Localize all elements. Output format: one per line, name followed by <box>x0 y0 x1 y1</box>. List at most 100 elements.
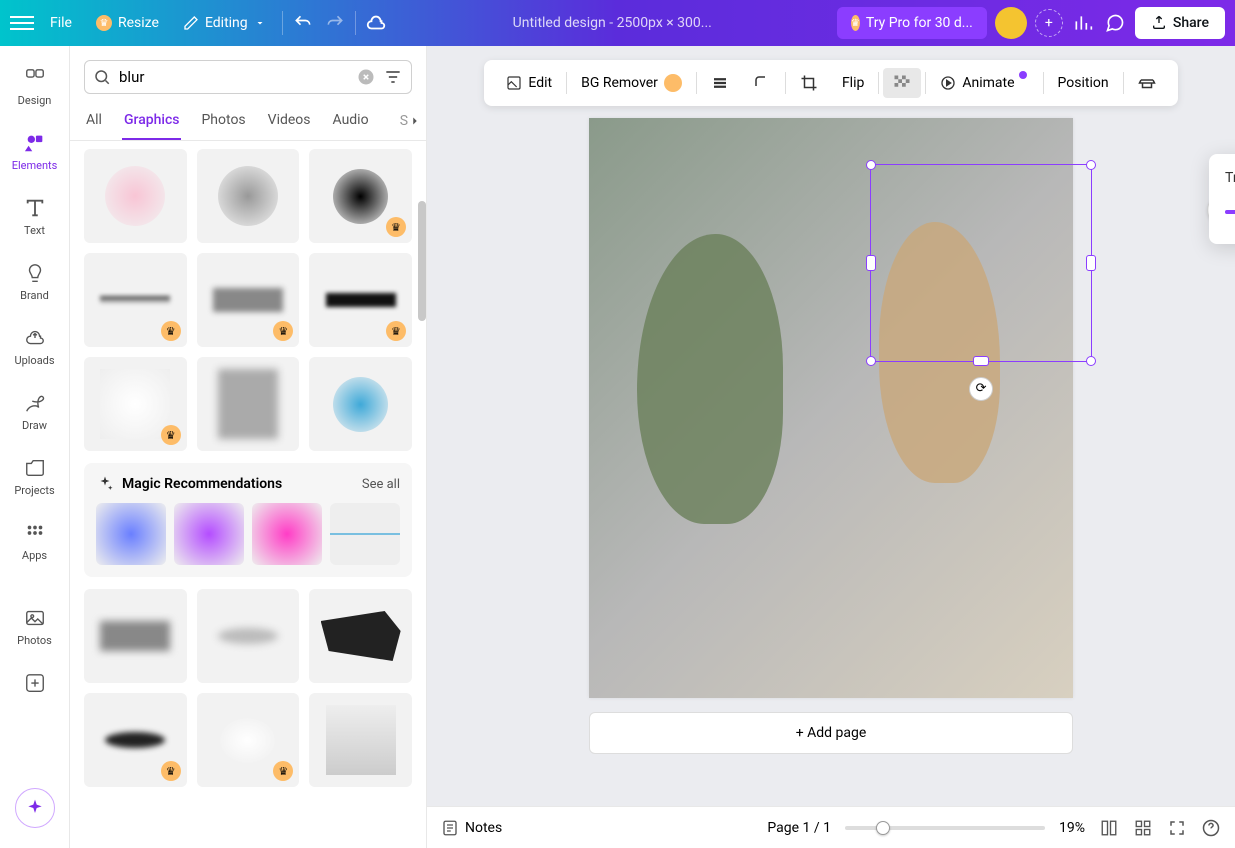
thumbnail-view-button[interactable] <box>1133 818 1153 838</box>
resize-handle-ml[interactable] <box>866 255 876 271</box>
tab-videos[interactable]: Videos <box>266 102 313 140</box>
divider <box>925 72 926 94</box>
tab-graphics[interactable]: Graphics <box>122 102 182 140</box>
scrollbar[interactable] <box>418 201 426 321</box>
nav-uploads[interactable]: Uploads <box>0 318 69 375</box>
graphic-thumb[interactable] <box>84 589 187 683</box>
rec-thumb[interactable] <box>330 503 400 565</box>
nav-projects[interactable]: Projects <box>0 448 69 505</box>
resize-button[interactable]: ♛ Resize <box>88 9 167 37</box>
magic-rec-title: Magic Recommendations <box>122 476 282 492</box>
tab-audio[interactable]: Audio <box>331 102 371 140</box>
crop-button[interactable] <box>790 68 828 98</box>
rec-thumb[interactable] <box>252 503 322 565</box>
user-avatar[interactable] <box>995 7 1027 39</box>
resize-handle-mb[interactable] <box>973 356 989 366</box>
graphic-thumb[interactable] <box>197 589 300 683</box>
try-pro-button[interactable]: ♛ Try Pro for 30 d... <box>837 7 987 39</box>
file-menu[interactable]: File <box>42 9 80 37</box>
tabs-scroll-right[interactable]: S <box>396 102 426 140</box>
see-all-link[interactable]: See all <box>362 477 400 492</box>
nav-photos[interactable]: Photos <box>0 598 69 655</box>
undo-button[interactable] <box>291 11 315 35</box>
zoom-value[interactable]: 19% <box>1059 820 1085 836</box>
fullscreen-button[interactable] <box>1167 818 1187 838</box>
comments-icon[interactable] <box>1103 11 1127 35</box>
corner-icon <box>753 74 771 92</box>
projects-icon <box>23 456 47 480</box>
category-tabs: All Graphics Photos Videos Audio S <box>70 102 426 141</box>
position-button[interactable]: Position <box>1048 69 1119 97</box>
line-weight-button[interactable] <box>701 68 739 98</box>
grid-view-button[interactable] <box>1099 818 1119 838</box>
resize-handle-bl[interactable] <box>866 356 876 366</box>
premium-badge: ♛ <box>386 321 406 341</box>
editing-dropdown[interactable]: Editing <box>175 9 274 37</box>
design-title[interactable]: Untitled design - 2500px × 300... <box>396 15 829 31</box>
clear-search-icon[interactable] <box>357 68 375 86</box>
elements-panel: All Graphics Photos Videos Audio S ♛ ♛ ♛… <box>70 46 427 848</box>
graphic-thumb[interactable]: ♛ <box>309 253 412 347</box>
edit-image-button[interactable]: Edit <box>496 69 562 97</box>
graphic-thumb[interactable]: ♛ <box>84 693 187 787</box>
bg-remover-button[interactable]: BG Remover <box>571 68 692 98</box>
resize-handle-tl[interactable] <box>866 160 876 170</box>
notes-button[interactable]: Notes <box>441 819 502 837</box>
animate-label: Animate <box>962 75 1014 91</box>
transparency-label: Transparency <box>1225 170 1235 186</box>
text-icon <box>23 196 47 220</box>
rec-thumb[interactable] <box>174 503 244 565</box>
more-button[interactable] <box>1128 68 1166 98</box>
resize-handle-mr[interactable] <box>1086 255 1096 271</box>
graphic-thumb[interactable] <box>84 149 187 243</box>
graphic-thumb[interactable] <box>309 693 412 787</box>
flip-button[interactable]: Flip <box>832 69 874 97</box>
nav-add-app[interactable] <box>0 663 69 703</box>
animate-button[interactable]: Animate <box>930 69 1038 97</box>
notes-label: Notes <box>465 820 502 836</box>
graphic-thumb[interactable] <box>197 357 300 451</box>
nav-label: Draw <box>22 419 47 432</box>
nav-apps[interactable]: Apps <box>0 513 69 570</box>
share-button[interactable]: Share <box>1135 7 1225 39</box>
nav-brand[interactable]: Brand <box>0 253 69 310</box>
nav-elements[interactable]: Elements <box>0 123 69 180</box>
zoom-slider[interactable] <box>845 826 1045 830</box>
redo-button[interactable] <box>323 11 347 35</box>
graphic-thumb[interactable]: ♛ <box>84 357 187 451</box>
zoom-handle[interactable] <box>876 821 890 835</box>
graphic-thumb[interactable] <box>197 149 300 243</box>
photos-icon <box>23 606 47 630</box>
graphic-thumb[interactable]: ♛ <box>309 149 412 243</box>
corner-radius-button[interactable] <box>743 68 781 98</box>
analytics-icon[interactable] <box>1071 11 1095 35</box>
slider-fill <box>1225 210 1235 214</box>
rotate-handle[interactable]: ⟳ <box>969 377 993 401</box>
rec-thumb[interactable] <box>96 503 166 565</box>
transparency-button[interactable] <box>883 68 921 98</box>
nav-text[interactable]: Text <box>0 188 69 245</box>
graphic-thumb[interactable]: ♛ <box>84 253 187 347</box>
search-input[interactable] <box>119 68 349 86</box>
cloud-sync-icon[interactable] <box>364 11 388 35</box>
menu-button[interactable] <box>10 11 34 35</box>
resize-handle-br[interactable] <box>1086 356 1096 366</box>
nav-draw[interactable]: Draw <box>0 383 69 440</box>
selection-box[interactable]: ⟳ <box>870 164 1093 361</box>
add-page-button[interactable]: + Add page <box>589 712 1073 754</box>
transparency-slider[interactable] <box>1225 210 1235 214</box>
tab-photos[interactable]: Photos <box>199 102 247 140</box>
filter-icon[interactable] <box>383 67 403 87</box>
graphic-thumb[interactable]: ♛ <box>197 253 300 347</box>
add-member-button[interactable]: + <box>1035 9 1063 37</box>
help-button[interactable] <box>1201 818 1221 838</box>
nav-design[interactable]: Design <box>0 58 69 115</box>
graphic-thumb[interactable] <box>309 357 412 451</box>
resize-handle-tr[interactable] <box>1086 160 1096 170</box>
graphic-thumb[interactable]: ♛ <box>197 693 300 787</box>
design-page[interactable]: ⟳ <box>589 118 1073 698</box>
canvas-viewport[interactable]: ⟳ + Add page <box>427 106 1235 806</box>
magic-button[interactable] <box>15 788 55 828</box>
tab-all[interactable]: All <box>84 102 104 140</box>
graphic-thumb[interactable] <box>309 589 412 683</box>
